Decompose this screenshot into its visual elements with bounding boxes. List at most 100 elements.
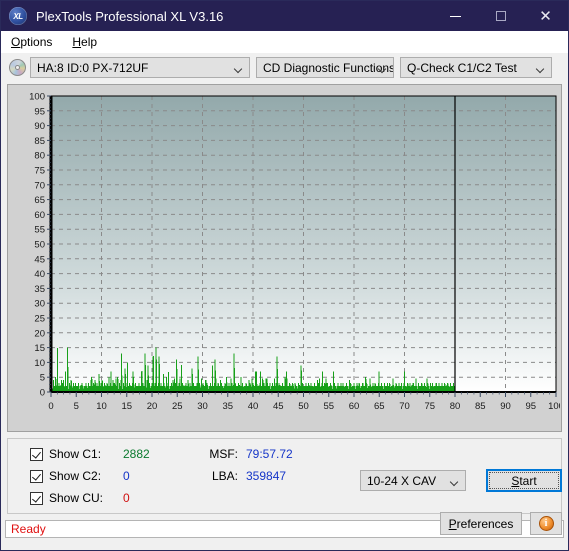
- svg-text:60: 60: [349, 401, 360, 412]
- svg-text:30: 30: [197, 401, 208, 412]
- svg-text:70: 70: [34, 180, 45, 191]
- svg-text:80: 80: [34, 151, 45, 162]
- title-bar: XL PlexTools Professional XL V3.16 ✕: [1, 1, 568, 31]
- svg-text:50: 50: [34, 240, 45, 251]
- svg-text:95: 95: [525, 401, 536, 412]
- svg-text:100: 100: [548, 401, 560, 412]
- svg-text:10: 10: [96, 401, 107, 412]
- svg-text:80: 80: [450, 401, 461, 412]
- menu-item-options[interactable]: Options: [1, 35, 62, 49]
- chart-panel: 0 5 10 15 20 25 30 35 40 45 50 55 60 65 70 75 80 85 90 95 10…: [7, 84, 562, 432]
- c1-c2-error-chart: 0510152025303540455055606570758085909510…: [11, 88, 560, 428]
- preferences-button[interactable]: Preferences: [440, 512, 522, 535]
- svg-text:65: 65: [374, 401, 385, 412]
- stats-panel: Show C1: 2882 Show C2: 0 Show CU: 0 MSF:…: [7, 438, 562, 535]
- info-icon: i: [538, 516, 554, 531]
- show-c1-label: Show C1:: [49, 447, 102, 461]
- preferences-accel: P: [448, 516, 457, 531]
- svg-text:25: 25: [34, 314, 45, 325]
- function-select-value: CD Diagnostic Functions: [263, 60, 394, 75]
- menu-item-help[interactable]: Help: [62, 35, 107, 49]
- speed-select[interactable]: 10-24 X CAV: [360, 470, 466, 491]
- svg-text:95: 95: [34, 106, 45, 117]
- chart-inner: 0 5 10 15 20 25 30 35 40 45 50 55 60 65 70 75 80 85 90 95 10…: [11, 88, 560, 428]
- close-button[interactable]: ✕: [523, 1, 568, 31]
- maximize-button[interactable]: [478, 1, 523, 31]
- maximize-icon: [495, 11, 506, 21]
- start-label: tart: [519, 473, 537, 488]
- svg-text:40: 40: [248, 401, 259, 412]
- svg-text:85: 85: [475, 401, 486, 412]
- chevron-down-icon: [451, 479, 458, 483]
- show-c2-checkbox[interactable]: [30, 469, 43, 483]
- lba-label: LBA:: [211, 469, 238, 483]
- svg-text:65: 65: [34, 195, 45, 206]
- function-select[interactable]: CD Diagnostic Functions: [256, 57, 394, 78]
- svg-text:90: 90: [500, 401, 511, 412]
- menu-help-accel: H: [72, 34, 82, 49]
- svg-text:55: 55: [34, 225, 45, 236]
- drive-select-value: HA:8 ID:0 PX-712UF: [37, 60, 149, 75]
- svg-text:30: 30: [34, 299, 45, 310]
- show-c1-row[interactable]: Show C1: 2882: [30, 447, 150, 461]
- svg-text:35: 35: [34, 284, 45, 295]
- show-cu-checkbox[interactable]: [30, 491, 43, 505]
- speed-select-value: 10-24 X CAV: [367, 473, 437, 488]
- svg-text:45: 45: [273, 401, 284, 412]
- window-title: PlexTools Professional XL V3.16: [36, 8, 224, 24]
- show-c2-row[interactable]: Show C2: 0: [30, 469, 130, 483]
- lba-row: LBA: 359847: [198, 469, 286, 483]
- c1-value: 2882: [123, 447, 150, 461]
- svg-text:75: 75: [34, 166, 45, 177]
- test-select[interactable]: Q-Check C1/C2 Test: [400, 57, 552, 78]
- svg-text:85: 85: [34, 136, 45, 147]
- msf-row: MSF: 79:57.72: [198, 447, 293, 461]
- disc-icon: [9, 59, 26, 76]
- chevron-down-icon: [235, 66, 242, 70]
- cu-value: 0: [123, 491, 130, 505]
- menu-bar: Options Help: [1, 31, 568, 53]
- chevron-down-icon: [379, 66, 386, 70]
- svg-text:35: 35: [222, 401, 233, 412]
- svg-text:5: 5: [74, 401, 79, 412]
- svg-text:0: 0: [40, 388, 45, 399]
- info-button[interactable]: i: [530, 512, 562, 535]
- svg-text:50: 50: [298, 401, 309, 412]
- menu-help-rest: elp: [81, 34, 98, 49]
- svg-text:90: 90: [34, 121, 45, 132]
- svg-text:15: 15: [34, 343, 45, 354]
- drive-select[interactable]: HA:8 ID:0 PX-712UF: [30, 57, 250, 78]
- minimize-button[interactable]: [433, 1, 478, 31]
- svg-text:100: 100: [29, 92, 45, 103]
- svg-text:60: 60: [34, 210, 45, 221]
- svg-text:10: 10: [34, 358, 45, 369]
- preferences-label: references: [456, 516, 514, 531]
- start-button[interactable]: Start: [486, 469, 562, 492]
- menu-options-rest: ptions: [20, 34, 53, 49]
- show-cu-label: Show CU:: [49, 491, 104, 505]
- toolbar: HA:8 ID:0 PX-712UF CD Diagnostic Functio…: [1, 53, 568, 82]
- test-select-value: Q-Check C1/C2 Test: [407, 60, 517, 75]
- application-window: XL PlexTools Professional XL V3.16 ✕ Opt…: [0, 0, 569, 551]
- svg-text:75: 75: [424, 401, 435, 412]
- show-c2-label: Show C2:: [49, 469, 102, 483]
- app-icon: XL: [9, 7, 27, 25]
- show-c1-checkbox[interactable]: [30, 447, 43, 461]
- svg-text:15: 15: [121, 401, 132, 412]
- show-cu-row[interactable]: Show CU: 0: [30, 491, 130, 505]
- svg-text:20: 20: [147, 401, 158, 412]
- svg-text:55: 55: [323, 401, 334, 412]
- close-icon: ✕: [539, 6, 552, 25]
- chevron-down-icon: [537, 66, 544, 70]
- svg-text:20: 20: [34, 328, 45, 339]
- svg-text:25: 25: [172, 401, 183, 412]
- status-text: Ready: [11, 522, 46, 536]
- svg-text:45: 45: [34, 254, 45, 265]
- menu-options-accel: O: [11, 34, 21, 49]
- msf-value: 79:57.72: [246, 447, 293, 461]
- svg-text:40: 40: [34, 269, 45, 280]
- svg-text:70: 70: [399, 401, 410, 412]
- svg-text:5: 5: [40, 373, 45, 384]
- svg-text:0: 0: [48, 401, 53, 412]
- window-controls: ✕: [433, 1, 568, 31]
